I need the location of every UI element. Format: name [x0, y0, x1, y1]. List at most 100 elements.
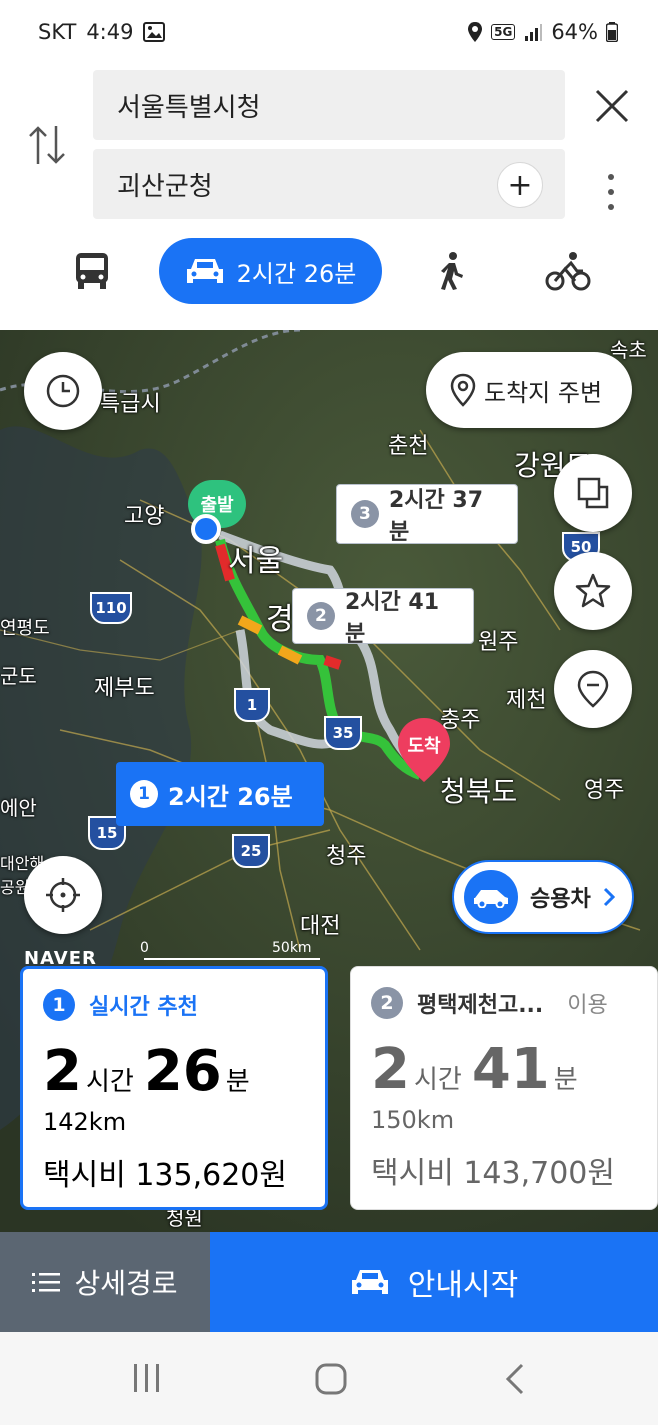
- highway-number: 35: [332, 724, 354, 742]
- walk-icon: [441, 252, 463, 290]
- signal-icon: [525, 24, 543, 41]
- start-navigation-label: 안내시작: [407, 1268, 519, 1303]
- scale-distance: 50km: [272, 940, 312, 956]
- highway-shield: 110: [90, 592, 132, 624]
- chevron-right-icon: [603, 887, 615, 907]
- destination-input[interactable]: 괴산군청 +: [93, 149, 565, 219]
- home-icon[interactable]: [314, 1362, 348, 1396]
- list-icon: [32, 1273, 61, 1292]
- route-card-2[interactable]: 2 평택제천고... 이용 2 시간 41 분 150km 택시비 143,70…: [350, 966, 658, 1210]
- location-pin-icon: [450, 373, 476, 407]
- route-number: 3: [351, 500, 379, 528]
- route-number: 2: [307, 602, 335, 630]
- carrier: SKT: [38, 20, 77, 44]
- highway-shield: 25: [232, 834, 270, 868]
- my-location-button[interactable]: [24, 856, 102, 934]
- taxi-fare: 택시비 135,620원: [43, 1158, 287, 1193]
- route-title: 실시간 추천: [89, 995, 198, 1020]
- map-scale: 0 50km: [140, 940, 320, 964]
- route-detail-label: 상세경로: [74, 1267, 178, 1300]
- remove-waypoint-button[interactable]: [554, 650, 632, 728]
- tab-transit[interactable]: [60, 238, 124, 304]
- taxi-fare: 택시비 143,700원: [371, 1156, 615, 1191]
- route-card-1[interactable]: 1 실시간 추천 2 시간 26 분 142km 택시비 135,620원: [20, 966, 328, 1210]
- route-time: 2시간 37분: [388, 488, 483, 545]
- map-label: 경: [266, 602, 294, 637]
- car-duration: 2시간 26분: [236, 259, 357, 288]
- map-label: 에안: [0, 796, 37, 820]
- route-distance: 150km: [371, 1106, 455, 1134]
- end-marker[interactable]: 도착: [396, 716, 452, 784]
- add-waypoint-button[interactable]: +: [497, 162, 543, 208]
- arrival-area-button[interactable]: 도착지 주변: [426, 352, 632, 428]
- battery-percent: 64%: [551, 20, 598, 44]
- bicycle-icon: [545, 252, 591, 291]
- origin-text: 서울특별시청: [117, 92, 261, 123]
- back-icon[interactable]: [504, 1362, 526, 1396]
- recent-apps-icon[interactable]: [130, 1362, 164, 1394]
- map-label: 고양: [124, 504, 165, 529]
- system-nav-bar: [0, 1332, 658, 1425]
- map-label: 제천: [506, 688, 547, 713]
- more-options-icon[interactable]: [604, 172, 618, 212]
- vehicle-type-label: 승용차: [530, 887, 591, 912]
- highway-number: 110: [95, 599, 127, 617]
- origin-input[interactable]: 서울특별시청: [93, 70, 565, 140]
- route-distance: 142km: [43, 1108, 127, 1136]
- status-bar: SKT 4:49 5G 64%: [0, 0, 658, 64]
- route-bubble-2[interactable]: 2 2시간 41분: [292, 588, 474, 647]
- highway-shield: 1: [234, 688, 270, 722]
- map-label: 특급시: [100, 392, 161, 417]
- start-navigation-button[interactable]: 안내시작: [210, 1232, 658, 1332]
- map-label: 서울: [228, 544, 284, 579]
- departure-time-button[interactable]: [24, 352, 102, 430]
- map-label: 영주: [584, 778, 625, 803]
- route-detail-button[interactable]: 상세경로: [0, 1232, 210, 1332]
- route-number: 2: [371, 987, 403, 1019]
- swap-icon[interactable]: [26, 122, 68, 168]
- route-bubble-3[interactable]: 3 2시간 37분: [336, 484, 518, 545]
- map-label: 대전: [300, 914, 341, 939]
- current-location-dot: [191, 514, 221, 544]
- tab-walk[interactable]: [424, 238, 480, 304]
- transport-mode-tabs: 2시간 26분: [0, 238, 658, 304]
- destination-text: 괴산군청: [117, 171, 213, 202]
- clock-icon: [46, 374, 80, 408]
- battery-icon: [606, 22, 618, 42]
- map-label: 연평도: [0, 618, 50, 639]
- highway-number: 1: [246, 696, 258, 714]
- layers-icon: [577, 477, 609, 509]
- vehicle-type-button[interactable]: 승용차: [452, 860, 634, 934]
- star-icon: [575, 573, 611, 608]
- route-search-panel: 서울특별시청 괴산군청 + 2시간 26분: [0, 64, 658, 330]
- plus-icon: +: [507, 167, 533, 203]
- gallery-notification-icon: [143, 22, 166, 42]
- route-time: 2시간 26분: [168, 782, 293, 811]
- close-icon[interactable]: [592, 86, 632, 126]
- map-label: 제부도: [94, 676, 155, 701]
- map-label: 춘천: [388, 434, 429, 459]
- map-label: 원주: [478, 630, 519, 655]
- favorite-button[interactable]: [554, 552, 632, 630]
- map-label: 군도: [0, 664, 37, 688]
- map-label: 청주: [326, 844, 367, 869]
- minute-unit: 분: [225, 1067, 250, 1097]
- car-icon: [351, 1270, 388, 1294]
- scale-zero: 0: [140, 940, 149, 956]
- hours: 2: [43, 1039, 82, 1104]
- tab-car[interactable]: 2시간 26분: [159, 238, 382, 304]
- highway-number: 25: [240, 842, 262, 860]
- highway-number: 15: [96, 824, 118, 842]
- arrival-area-label: 도착지 주변: [484, 378, 603, 407]
- end-marker-label: 도착: [407, 736, 441, 757]
- pin-minus-icon: [577, 670, 609, 708]
- hour-unit: 시간: [85, 1067, 134, 1097]
- vehicle-car-icon: [464, 870, 518, 924]
- layers-button[interactable]: [554, 454, 632, 532]
- bus-icon: [76, 253, 108, 289]
- route-time: 2시간 41분: [344, 590, 439, 647]
- tab-bike[interactable]: [540, 238, 596, 304]
- crosshair-icon: [46, 878, 80, 912]
- route-bubble-1[interactable]: 1 2시간 26분: [116, 762, 324, 826]
- car-icon: [186, 259, 223, 283]
